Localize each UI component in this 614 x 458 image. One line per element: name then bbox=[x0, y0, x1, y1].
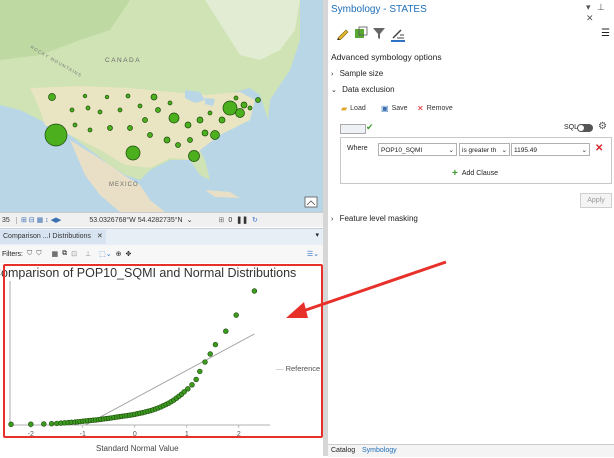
sample-size-label: Sample size bbox=[339, 69, 384, 78]
clause-mode-icon[interactable] bbox=[340, 124, 366, 134]
settings-gear-icon[interactable]: ⚙ bbox=[598, 121, 607, 132]
select-tool-icon[interactable]: ⬚⌄ bbox=[99, 250, 111, 258]
add-clause-button[interactable]: + Add Clause bbox=[452, 168, 498, 179]
field-select[interactable]: POP10_SQMI ⌄ bbox=[378, 143, 457, 156]
data-exclusion-label: Data exclusion bbox=[342, 85, 395, 94]
map-view[interactable]: CANADA MEXICO ROCKY MOUNTAINS bbox=[0, 0, 323, 212]
pause-button[interactable]: ❚❚ bbox=[236, 216, 248, 224]
sample-size-section[interactable]: › Sample size bbox=[331, 69, 383, 78]
properties-icon[interactable]: ☰⌄ bbox=[307, 250, 319, 258]
advanced-options-icon[interactable] bbox=[391, 26, 405, 42]
bottom-tab-bar: Catalog Symbology bbox=[328, 444, 614, 457]
axis-icon[interactable]: ⊥ bbox=[85, 250, 91, 258]
filter-extent-icon[interactable]: ⛉ bbox=[27, 250, 32, 258]
scale-field[interactable]: 35 bbox=[0, 216, 17, 224]
map-label-mexico: MEXICO bbox=[109, 182, 139, 188]
remove-icon: ✕ bbox=[417, 104, 424, 113]
primary-symbology-icon[interactable] bbox=[336, 26, 350, 41]
remove-button[interactable]: ✕ Remove bbox=[417, 104, 453, 113]
advanced-options-heading: Advanced symbology options bbox=[331, 52, 442, 62]
field-value: POP10_SQMI bbox=[381, 147, 423, 154]
coord-dropdown-icon[interactable]: ⌄ bbox=[187, 216, 193, 224]
chart-tab-bar: Comparison ...I Distributions ✕ ▾ bbox=[0, 228, 323, 246]
map-tools-icons[interactable]: ⊞ ⊟ ▦ ↕ ◀▶ bbox=[21, 216, 61, 224]
sql-toggle[interactable] bbox=[577, 124, 593, 132]
load-label: Load bbox=[350, 105, 366, 112]
remove-label: Remove bbox=[426, 105, 453, 112]
sql-label: SQL bbox=[564, 124, 579, 131]
map-label-canada: CANADA bbox=[105, 57, 141, 64]
map-status-bar: 35 ⊞ ⊟ ▦ ↕ ◀▶ 53.0326768°W 54.4282735°N … bbox=[0, 212, 323, 227]
tab-chart-distribution[interactable]: Comparison ...I Distributions ✕ bbox=[0, 230, 106, 244]
filters-label: Filters: bbox=[2, 250, 23, 258]
value-text: 1195.49 bbox=[514, 147, 538, 154]
chart-toolbar: Filters: ⛉ ⛉ ▦ ⧉ ⊡ ⊥ ⬚⌄ ⊕ ✥ ☰⌄ bbox=[0, 245, 323, 264]
chevron-down-icon: ⌄ bbox=[581, 147, 587, 154]
verify-check-icon[interactable]: ✔ bbox=[366, 122, 374, 133]
feature-masking-label: Feature level masking bbox=[339, 214, 418, 223]
save-icon: ▣ bbox=[381, 104, 389, 113]
zoom-icon[interactable]: ⊕ bbox=[116, 250, 122, 258]
filter-selection-icon[interactable]: ⛉ bbox=[36, 250, 41, 258]
refresh-icon[interactable]: ↻ bbox=[252, 216, 258, 224]
data-exclusion-section[interactable]: ⌄ Data exclusion bbox=[331, 85, 395, 94]
close-icon[interactable]: ✕ bbox=[97, 233, 103, 240]
selected-count-icon: ⊞ bbox=[218, 217, 225, 224]
chevron-down-icon: ⌄ bbox=[448, 147, 454, 154]
remove-clause-icon[interactable]: ✕ bbox=[595, 143, 603, 154]
pane-window-controls[interactable]: ▾ ⊥ ✕ bbox=[586, 2, 614, 24]
table-icon[interactable]: ▦ bbox=[52, 250, 59, 258]
plus-icon: + bbox=[452, 168, 458, 179]
vary-symbology-icon[interactable] bbox=[354, 26, 368, 40]
pane-title: Symbology - STATES bbox=[331, 4, 427, 15]
operator-select[interactable]: is greater th ⌄ bbox=[459, 143, 510, 156]
folder-icon: ▰ bbox=[341, 104, 348, 113]
value-input[interactable]: 1195.49 ⌄ bbox=[511, 143, 590, 156]
tab-dropdown-icon[interactable]: ▾ bbox=[315, 231, 319, 239]
tab-catalog[interactable]: Catalog bbox=[331, 447, 355, 454]
copy-icon[interactable]: ⧉ bbox=[62, 250, 67, 258]
tab-label: Comparison ...I Distributions bbox=[3, 233, 91, 240]
highlight-box bbox=[3, 264, 323, 438]
operator-value: is greater th bbox=[462, 147, 497, 154]
feature-masking-section[interactable]: › Feature level masking bbox=[331, 214, 418, 223]
x-axis-label: Standard Normal Value bbox=[96, 444, 179, 453]
chevron-down-icon: ⌄ bbox=[331, 87, 337, 94]
save-label: Save bbox=[391, 105, 408, 112]
load-button[interactable]: ▰ Load bbox=[341, 104, 366, 113]
export-icon[interactable]: ⊡ bbox=[71, 250, 77, 258]
where-label: Where bbox=[347, 145, 368, 152]
coordinates-readout: 53.0326768°W 54.4282735°N bbox=[89, 216, 183, 224]
pan-icon[interactable]: ✥ bbox=[125, 250, 131, 258]
save-button[interactable]: ▣ Save bbox=[381, 104, 408, 113]
filter-funnel-icon[interactable] bbox=[372, 26, 386, 40]
apply-button[interactable]: Apply bbox=[580, 193, 612, 208]
chevron-down-icon: ⌄ bbox=[501, 144, 507, 155]
add-clause-label: Add Clause bbox=[461, 170, 499, 177]
selected-count: 0 bbox=[228, 216, 233, 224]
chevron-right-icon: › bbox=[331, 216, 334, 223]
menu-icon[interactable]: ☰ bbox=[601, 28, 610, 39]
chevron-right-icon: › bbox=[331, 71, 334, 78]
tab-symbology[interactable]: Symbology bbox=[362, 447, 397, 454]
